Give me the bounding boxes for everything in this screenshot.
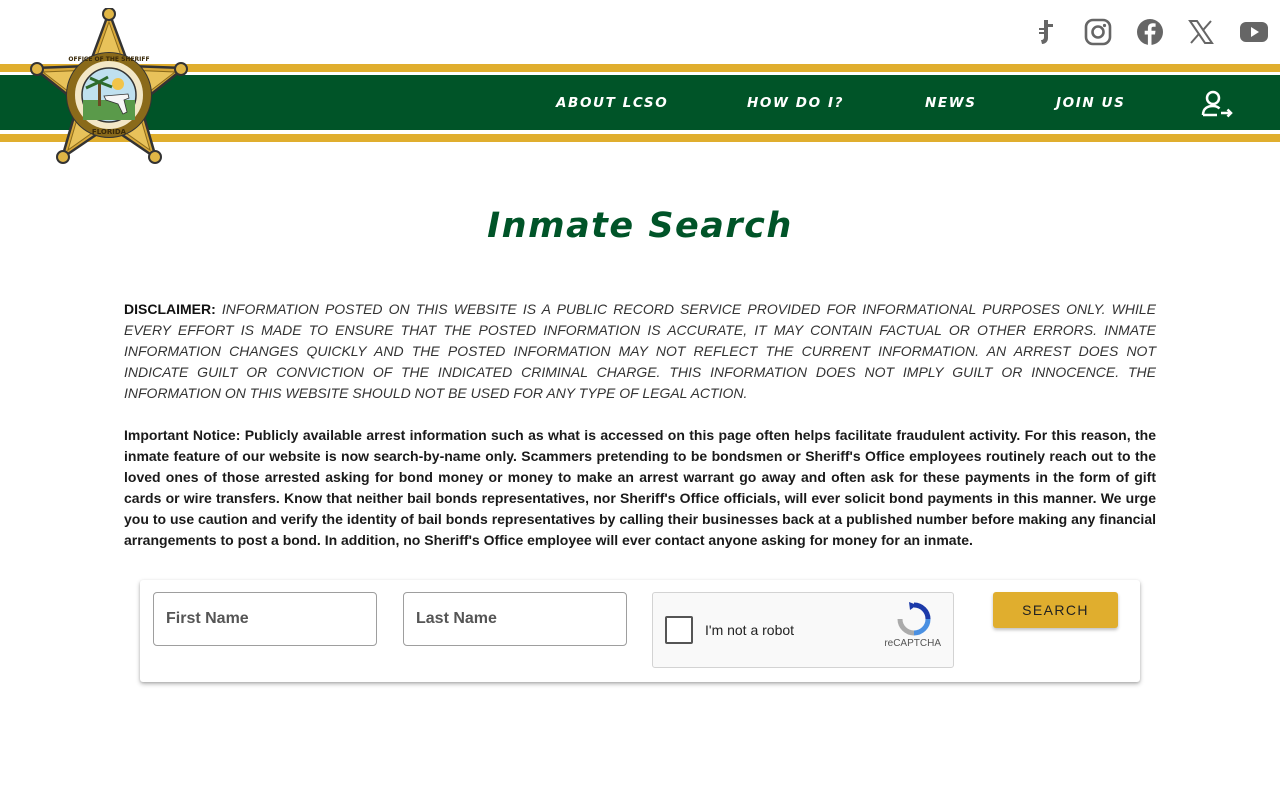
nav-about-lcso[interactable]: ABOUT LCSO — [556, 94, 668, 112]
instagram-icon — [1084, 18, 1112, 46]
disclaimer-text: INFORMATION POSTED ON THIS WEBSITE IS A … — [124, 301, 1156, 401]
last-name-input[interactable] — [403, 592, 627, 646]
nav-join-us[interactable]: JOIN US — [1056, 94, 1125, 112]
page-title: Inmate Search — [487, 206, 793, 246]
nav-how-do-i[interactable]: HOW DO I? — [747, 94, 844, 112]
svg-text:FLORIDA: FLORIDA — [92, 128, 127, 136]
facebook-icon — [1137, 19, 1163, 45]
disclaimer-label: DISCLAIMER: — [124, 301, 216, 317]
tiktok-link[interactable] — [1036, 16, 1056, 48]
header-gold-stripe-bottom — [0, 134, 1280, 142]
youtube-icon — [1240, 22, 1268, 42]
recaptcha-logo-icon — [897, 602, 931, 636]
sheriff-star-badge-icon: OFFICE OF THE SHERIFF FLORIDA — [30, 7, 188, 164]
user-login-icon — [1201, 90, 1233, 118]
x-icon — [1188, 20, 1214, 44]
nav-news[interactable]: NEWS — [925, 94, 977, 112]
facebook-link[interactable] — [1136, 16, 1164, 48]
important-notice: Important Notice: Publicly available arr… — [124, 427, 1156, 548]
x-link[interactable] — [1188, 16, 1214, 48]
instagram-link[interactable] — [1084, 16, 1112, 48]
search-button[interactable]: SEARCH — [993, 592, 1118, 628]
recaptcha-label: I'm not a robot — [705, 622, 795, 638]
disclaimer-paragraph: DISCLAIMER: INFORMATION POSTED ON THIS W… — [124, 299, 1156, 404]
youtube-link[interactable] — [1240, 16, 1268, 48]
header-gold-stripe-top — [0, 64, 1280, 72]
tiktok-icon — [1039, 20, 1053, 44]
recaptcha-widget: I'm not a robot reCAPTCHA — [652, 592, 954, 668]
recaptcha-brand: reCAPTCHA — [884, 638, 941, 649]
first-name-input[interactable] — [153, 592, 377, 646]
svg-text:OFFICE OF THE SHERIFF: OFFICE OF THE SHERIFF — [68, 56, 149, 63]
inmate-search-form: I'm not a robot reCAPTCHA SEARCH — [140, 580, 1140, 682]
recaptcha-checkbox[interactable] — [665, 616, 693, 644]
sheriff-star-logo[interactable]: OFFICE OF THE SHERIFF FLORIDA — [28, 7, 190, 166]
user-login-button[interactable] — [1200, 89, 1234, 124]
